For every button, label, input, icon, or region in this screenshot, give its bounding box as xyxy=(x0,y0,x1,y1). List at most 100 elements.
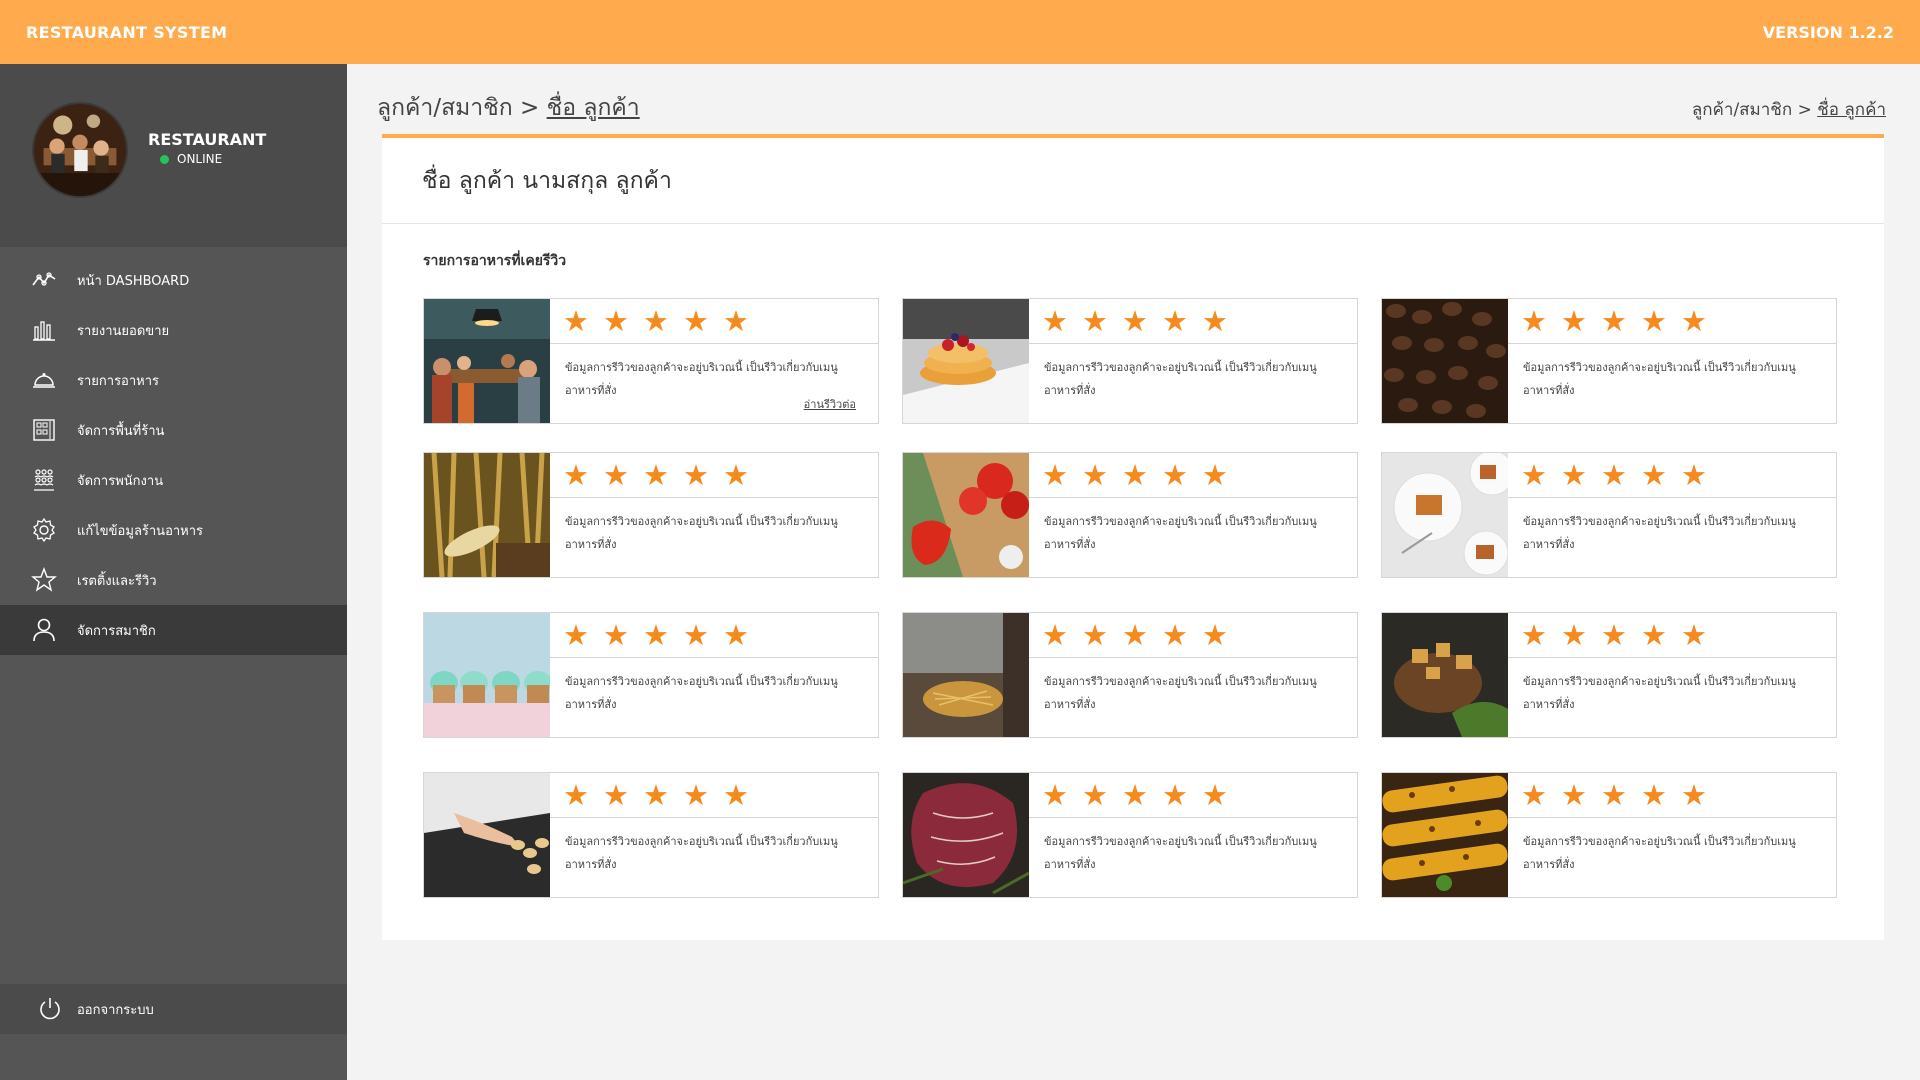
logout-button[interactable]: ออกจากระบบ xyxy=(0,984,347,1034)
star-rating[interactable]: ★ ★ ★ ★ ★ xyxy=(550,613,878,658)
staff-group-icon xyxy=(31,467,57,493)
customer-name: ชื่อ ลูกค้า นามสกุล ลูกค้า xyxy=(382,138,1884,224)
sidebar-item-members[interactable]: จัดการสมาชิก xyxy=(0,605,347,655)
review-card[interactable]: ★ ★ ★ ★ ★ ข้อมูลการรีวิวของลูกค้าจะอยู่บริเว… xyxy=(423,612,879,738)
star-rating[interactable]: ★ ★ ★ ★ ★ xyxy=(550,453,878,498)
star-rating[interactable]: ★ ★ ★ ★ ★ xyxy=(1029,613,1357,658)
sidebar-item-label: จัดการสมาชิก xyxy=(77,623,156,639)
food-photo-raw-steak xyxy=(903,773,1029,897)
review-card[interactable]: ★ ★ ★ ★ ★ ข้อมูลการรีวิวของลูกค้าจะอยู่บริเว… xyxy=(1381,298,1837,424)
review-card[interactable]: ★ ★ ★ ★ ★ ข้อมูลการรีวิวของลูกค้าจะอยู่บริเว… xyxy=(1381,772,1837,898)
breadcrumb-parent[interactable]: ลูกค้า/สมาชิก xyxy=(1692,100,1792,120)
star-icon: ★ xyxy=(1521,457,1547,492)
breadcrumb-current[interactable]: ชื่อ ลูกค้า xyxy=(547,95,640,121)
star-rating[interactable]: ★ ★ ★ ★ ★ xyxy=(550,299,878,344)
sidebar-item-dashboard[interactable]: หน้า DASHBOARD xyxy=(0,255,347,305)
star-icon: ★ xyxy=(1521,303,1547,338)
top-bar: RESTAURANT SYSTEM VERSION 1.2.2 xyxy=(0,0,1920,64)
review-card[interactable]: ★ ★ ★ ★ ★ ข้อมูลการรีวิวของลูกค้าจะอยู่บริเว… xyxy=(1381,452,1837,578)
star-icon: ★ xyxy=(1082,617,1108,652)
sidebar-item-staff[interactable]: จัดการพนักงาน xyxy=(0,455,347,505)
sidebar-item-food-list[interactable]: รายการอาหาร xyxy=(0,355,347,405)
star-rating[interactable]: ★ ★ ★ ★ ★ xyxy=(1508,613,1836,658)
review-card[interactable]: ★ ★ ★ ★ ★ ข้อมูลการรีวิวของลูกค้าจะอยู่บริเว… xyxy=(1381,612,1837,738)
star-icon: ★ xyxy=(1082,303,1108,338)
star-icon: ★ xyxy=(1202,303,1228,338)
profile-panel: RESTAURANT ONLINE xyxy=(0,64,347,247)
star-icon: ★ xyxy=(1641,617,1667,652)
star-rating[interactable]: ★ ★ ★ ★ ★ xyxy=(1029,299,1357,344)
star-icon: ★ xyxy=(723,617,749,652)
floor-plan-icon xyxy=(31,417,57,443)
star-icon: ★ xyxy=(1042,457,1068,492)
star-icon: ★ xyxy=(1601,777,1627,812)
review-card[interactable]: ★ ★ ★ ★ ★ ข้อมูลการรีวิวของลูกค้าจะอยู่บริเว… xyxy=(423,772,879,898)
star-icon: ★ xyxy=(1601,617,1627,652)
star-rating[interactable]: ★ ★ ★ ★ ★ xyxy=(1508,299,1836,344)
sidebar-item-floor-area[interactable]: จัดการพื้นที่ร้าน xyxy=(0,405,347,455)
star-icon: ★ xyxy=(1042,303,1068,338)
star-icon: ★ xyxy=(1082,777,1108,812)
sidebar-item-label: รายงานยอดขาย xyxy=(77,323,170,339)
star-icon: ★ xyxy=(683,303,709,338)
food-photo-coffee-beans xyxy=(1382,299,1508,423)
sidebar-item-label: จัดการพนักงาน xyxy=(77,473,164,489)
star-icon: ★ xyxy=(643,617,669,652)
review-card[interactable]: ★ ★ ★ ★ ★ ข้อมูลการรีวิวของลูกค้าจะอยู่บริเว… xyxy=(902,612,1358,738)
review-card[interactable]: ★ ★ ★ ★ ★ ข้อมูลการรีวิวของลูกค้าจะอยู่บริเว… xyxy=(902,452,1358,578)
food-photo-meat-dish xyxy=(1382,613,1508,737)
review-card[interactable]: ★ ★ ★ ★ ★ ข้อมูลการรีวิวของลูกค้าจะอยู่บริเว… xyxy=(423,298,879,424)
star-icon: ★ xyxy=(723,457,749,492)
star-icon: ★ xyxy=(1521,617,1547,652)
star-icon: ★ xyxy=(1162,617,1188,652)
star-icon: ★ xyxy=(563,303,589,338)
star-rating[interactable]: ★ ★ ★ ★ ★ xyxy=(1508,773,1836,818)
review-card[interactable]: ★ ★ ★ ★ ★ ข้อมูลการรีวิวของลูกค้าจะอยู่บริเว… xyxy=(902,772,1358,898)
review-text: ข้อมูลการรีวิวของลูกค้าจะอยู่บริเวณนี้ เ… xyxy=(1044,675,1317,711)
star-icon: ★ xyxy=(683,457,709,492)
star-rating[interactable]: ★ ★ ★ ★ ★ xyxy=(550,773,878,818)
review-text: ข้อมูลการรีวิวของลูกค้าจะอยู่บริเวณนี้ เ… xyxy=(565,835,838,871)
review-text: ข้อมูลการรีวิวของลูกค้าจะอยู่บริเวณนี้ เ… xyxy=(1523,835,1796,871)
star-icon: ★ xyxy=(1681,777,1707,812)
food-photo-restaurant xyxy=(424,299,550,423)
star-icon: ★ xyxy=(1082,457,1108,492)
star-icon: ★ xyxy=(1641,303,1667,338)
star-rating[interactable]: ★ ★ ★ ★ ★ xyxy=(1508,453,1836,498)
sidebar-item-edit-restaurant[interactable]: แก้ไขข้อมูลร้านอาหาร xyxy=(0,505,347,555)
star-icon: ★ xyxy=(1641,457,1667,492)
breadcrumb-current[interactable]: ชื่อ ลูกค้า xyxy=(1817,100,1886,120)
avatar[interactable] xyxy=(32,102,128,198)
review-card[interactable]: ★ ★ ★ ★ ★ ข้อมูลการรีวิวของลูกค้าจะอยู่บริเว… xyxy=(423,452,879,578)
star-icon: ★ xyxy=(603,777,629,812)
star-icon: ★ xyxy=(723,303,749,338)
section-title: รายการอาหารที่เคยรีวิว xyxy=(423,253,567,269)
star-icon: ★ xyxy=(1162,457,1188,492)
star-icon: ★ xyxy=(683,617,709,652)
star-icon: ★ xyxy=(1641,777,1667,812)
breadcrumb-separator: > xyxy=(1797,100,1812,120)
gear-icon xyxy=(31,517,57,543)
star-icon: ★ xyxy=(603,303,629,338)
star-icon: ★ xyxy=(1042,617,1068,652)
bar-chart-icon xyxy=(31,317,57,343)
breadcrumb-parent[interactable]: ลูกค้า/สมาชิก xyxy=(377,95,513,121)
star-rating[interactable]: ★ ★ ★ ★ ★ xyxy=(1029,773,1357,818)
star-icon: ★ xyxy=(1162,303,1188,338)
sidebar-item-sales-report[interactable]: รายงานยอดขาย xyxy=(0,305,347,355)
read-more-link[interactable]: อ่านรีวิวต่อ xyxy=(804,395,856,413)
review-text: ข้อมูลการรีวิวของลูกค้าจะอยู่บริเวณนี้ เ… xyxy=(1044,515,1317,551)
star-icon: ★ xyxy=(643,777,669,812)
review-text: ข้อมูลการรีวิวของลูกค้าจะอยู่บริเวณนี้ เ… xyxy=(1523,515,1796,551)
review-text: ข้อมูลการรีวิวของลูกค้าจะอยู่บริเวณนี้ เ… xyxy=(1523,361,1796,397)
main-content: ลูกค้า/สมาชิก > ชื่อ ลูกค้า ลูกค้า/สมาชิ… xyxy=(347,64,1920,1080)
user-icon xyxy=(31,617,57,643)
sidebar-item-ratings[interactable]: เรตติ้งและรีวิว xyxy=(0,555,347,605)
star-icon: ★ xyxy=(563,457,589,492)
star-icon: ★ xyxy=(1162,777,1188,812)
review-card[interactable]: ★ ★ ★ ★ ★ ข้อมูลการรีวิวของลูกค้าจะอยู่บริเว… xyxy=(902,298,1358,424)
food-photo-pancakes xyxy=(903,299,1029,423)
star-icon: ★ xyxy=(643,303,669,338)
customer-card: ชื่อ ลูกค้า นามสกุล ลูกค้า รายการอาหารที… xyxy=(382,134,1884,940)
star-rating[interactable]: ★ ★ ★ ★ ★ xyxy=(1029,453,1357,498)
